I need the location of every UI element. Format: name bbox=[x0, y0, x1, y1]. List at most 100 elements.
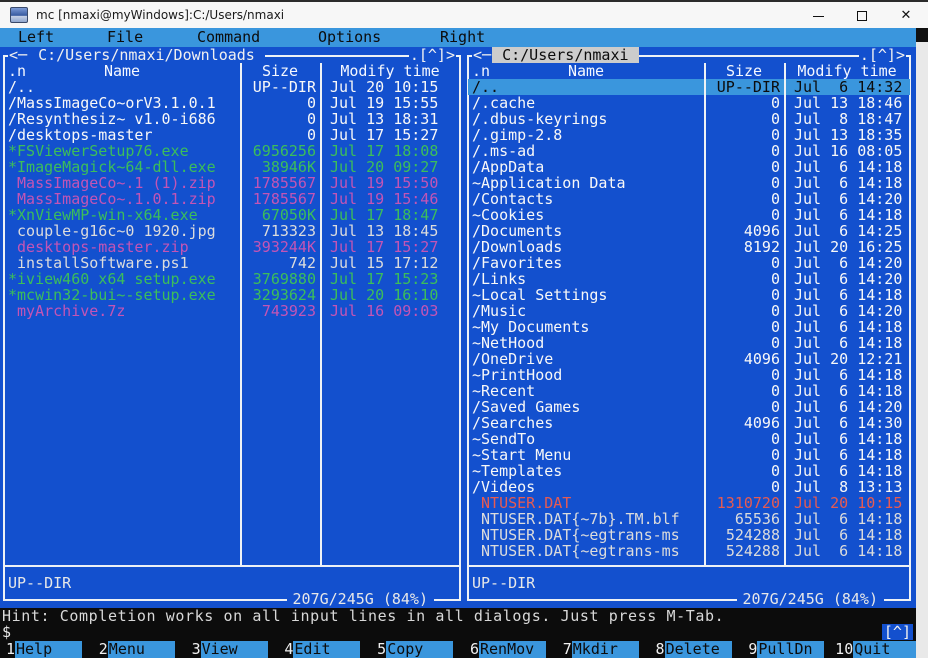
file-row[interactable]: *iview460_x64_setup.exe3769880Jul 17 15:… bbox=[4, 271, 460, 287]
fnkey-delete[interactable]: 8Delete bbox=[650, 641, 743, 658]
right-panel-path[interactable]: C:/Users/nmaxi bbox=[492, 47, 639, 63]
column-separator bbox=[704, 63, 706, 565]
file-row[interactable]: MassImageCo~.1.0.1.zip1785567Jul 19 15:4… bbox=[4, 191, 460, 207]
file-row[interactable]: /..UP--DIRJul 20 10:15 bbox=[4, 79, 460, 95]
file-name: /.gimp-2.8 bbox=[468, 127, 704, 143]
panel-scroll-left-icon[interactable]: <─ bbox=[8, 47, 28, 63]
menu-item-options[interactable]: Options bbox=[318, 29, 381, 45]
panel-scroll-left-icon[interactable]: <─ bbox=[472, 47, 492, 63]
file-row[interactable]: NTUSER.DAT{~egtrans-ms524288Jul 6 14:18 bbox=[468, 527, 910, 543]
file-row[interactable]: /Music0Jul 6 14:20 bbox=[468, 303, 910, 319]
minimize-button[interactable] bbox=[796, 2, 840, 30]
menu-item-left[interactable]: Left bbox=[18, 29, 54, 45]
command-line[interactable]: $ [^] bbox=[0, 624, 928, 641]
fnkey-renmov[interactable]: 6RenMov bbox=[464, 641, 557, 658]
fnkey-edit[interactable]: 4Edit bbox=[278, 641, 371, 658]
fnkey-copy[interactable]: 5Copy bbox=[371, 641, 464, 658]
file-row[interactable]: ~My Documents0Jul 6 14:18 bbox=[468, 319, 910, 335]
terminal-scrollbar[interactable] bbox=[916, 28, 928, 658]
fnkey-label: Help bbox=[15, 641, 82, 658]
file-mtime: Jul 6 14:25 bbox=[784, 223, 910, 239]
file-row[interactable]: /Favorites0Jul 6 14:20 bbox=[468, 255, 910, 271]
shell-prompt: $ bbox=[2, 624, 11, 640]
file-name: /OneDrive bbox=[468, 351, 704, 367]
file-row[interactable]: /Saved Games0Jul 6 14:20 bbox=[468, 399, 910, 415]
file-row[interactable]: myArchive.7z743923Jul 16 09:03 bbox=[4, 303, 460, 319]
fnkey-label: PullDn bbox=[757, 641, 824, 658]
file-mtime: Jul 6 14:20 bbox=[784, 191, 910, 207]
mtime-column-header[interactable]: Modify time bbox=[784, 63, 910, 79]
file-row[interactable]: ~Templates0Jul 6 14:18 bbox=[468, 463, 910, 479]
menu-item-file[interactable]: File bbox=[107, 29, 143, 45]
column-separator bbox=[784, 63, 786, 565]
file-row[interactable]: installSoftware.ps1742Jul 15 17:12 bbox=[4, 255, 460, 271]
file-row[interactable]: /.cache0Jul 13 18:46 bbox=[468, 95, 910, 111]
file-row[interactable]: /.dbus-keyrings0Jul 8 18:47 bbox=[468, 111, 910, 127]
fnkey-quit[interactable]: 10Quit bbox=[835, 641, 928, 658]
file-name: /Contacts bbox=[468, 191, 704, 207]
file-row[interactable]: ~NetHood0Jul 6 14:18 bbox=[468, 335, 910, 351]
scrollbar-thumb[interactable] bbox=[916, 28, 928, 42]
file-row[interactable]: /OneDrive4096Jul 20 12:21 bbox=[468, 351, 910, 367]
file-row[interactable]: /Documents4096Jul 6 14:25 bbox=[468, 223, 910, 239]
left-panel-path[interactable]: C:/Users/nmaxi/Downloads bbox=[28, 47, 265, 63]
file-size: UP--DIR bbox=[704, 79, 784, 95]
file-row[interactable]: ~Local Settings0Jul 6 14:18 bbox=[468, 287, 910, 303]
fnkey-pulldn[interactable]: 9PullDn bbox=[742, 641, 835, 658]
file-row[interactable]: /MassImageCo~orV3.1.0.10Jul 19 15:55 bbox=[4, 95, 460, 111]
close-button[interactable]: ✕ bbox=[884, 2, 928, 30]
file-row[interactable]: ~SendTo0Jul 6 14:18 bbox=[468, 431, 910, 447]
file-name: /.ms-ad bbox=[468, 143, 704, 159]
mtime-column-header[interactable]: Modify time bbox=[320, 63, 460, 79]
file-row[interactable]: /Resynthesiz~_v1.0-i6860Jul 13 18:31 bbox=[4, 111, 460, 127]
size-column-header[interactable]: Size bbox=[240, 63, 320, 79]
fnkey-mkdir[interactable]: 7Mkdir bbox=[557, 641, 650, 658]
file-row[interactable]: /Videos0Jul 8 13:13 bbox=[468, 479, 910, 495]
file-row[interactable]: *FSViewerSetup76.exe6956256Jul 17 18:08 bbox=[4, 143, 460, 159]
fnkey-label: Mkdir bbox=[572, 641, 639, 658]
fnkey-view[interactable]: 3View bbox=[186, 641, 279, 658]
file-row[interactable]: NTUSER.DAT{~7b}.TM.blf65536Jul 6 14:18 bbox=[468, 511, 910, 527]
file-row[interactable]: /desktops-master0Jul 17 15:27 bbox=[4, 127, 460, 143]
history-up-button[interactable]: [^] bbox=[882, 624, 913, 640]
file-row[interactable]: ~Application Data0Jul 6 14:18 bbox=[468, 175, 910, 191]
file-row[interactable]: /.gimp-2.80Jul 13 18:35 bbox=[468, 127, 910, 143]
file-row[interactable]: NTUSER.DAT{~egtrans-ms524288Jul 6 14:18 bbox=[468, 543, 910, 559]
file-row[interactable]: *mcwin32-bui~-setup.exe3293624Jul 20 16:… bbox=[4, 287, 460, 303]
file-row[interactable]: /Downloads8192Jul 20 16:25 bbox=[468, 239, 910, 255]
menu-item-right[interactable]: Right bbox=[440, 29, 485, 45]
file-row[interactable]: ~Recent0Jul 6 14:18 bbox=[468, 383, 910, 399]
file-row[interactable]: ~Cookies0Jul 6 14:18 bbox=[468, 207, 910, 223]
size-column-header[interactable]: Size bbox=[704, 63, 784, 79]
file-row[interactable]: /Contacts0Jul 6 14:20 bbox=[468, 191, 910, 207]
file-name: NTUSER.DAT{~egtrans-ms bbox=[468, 543, 704, 559]
panel-updir-button[interactable]: .[^]> bbox=[859, 47, 906, 63]
file-row[interactable]: /..UP--DIRJul 6 14:32 bbox=[468, 79, 910, 95]
file-row[interactable]: *XnViewMP-win-x64.exe67050KJul 17 18:47 bbox=[4, 207, 460, 223]
panel-updir-button[interactable]: .[^]> bbox=[409, 47, 456, 63]
title-bar: mc [nmaxi@myWindows]:C:/Users/nmaxi ✕ bbox=[0, 0, 928, 28]
name-column-header[interactable]: .nName bbox=[4, 63, 240, 79]
menu-item-command[interactable]: Command bbox=[197, 29, 260, 45]
file-row[interactable]: desktops-master.zip393244KJul 17 15:27 bbox=[4, 239, 460, 255]
file-row[interactable]: /Links0Jul 6 14:20 bbox=[468, 271, 910, 287]
fnkey-menu[interactable]: 2Menu bbox=[93, 641, 186, 658]
file-row[interactable]: NTUSER.DAT1310720Jul 20 10:15 bbox=[468, 495, 910, 511]
file-size: 393244K bbox=[240, 239, 320, 255]
file-name: NTUSER.DAT{~7b}.TM.blf bbox=[468, 511, 704, 527]
file-mtime: Jul 13 18:46 bbox=[784, 95, 910, 111]
file-row[interactable]: ~PrintHood0Jul 6 14:18 bbox=[468, 367, 910, 383]
maximize-button[interactable] bbox=[840, 2, 884, 30]
file-row[interactable]: couple-g16c~0_1920.jpg713323Jul 13 18:45 bbox=[4, 223, 460, 239]
file-row[interactable]: /.ms-ad0Jul 16 08:05 bbox=[468, 143, 910, 159]
file-size: 3769880 bbox=[240, 271, 320, 287]
file-row[interactable]: MassImageCo~.1 (1).zip1785567Jul 19 15:5… bbox=[4, 175, 460, 191]
file-name: /Links bbox=[468, 271, 704, 287]
fnkey-help[interactable]: 1Help bbox=[0, 641, 93, 658]
file-row[interactable]: ~Start Menu0Jul 6 14:18 bbox=[468, 447, 910, 463]
file-row[interactable]: /AppData0Jul 6 14:18 bbox=[468, 159, 910, 175]
name-column-header[interactable]: .nName bbox=[468, 63, 704, 79]
file-mtime: Jul 6 14:18 bbox=[784, 543, 910, 559]
file-row[interactable]: /Searches4096Jul 6 14:30 bbox=[468, 415, 910, 431]
file-row[interactable]: *ImageMagick~64-dll.exe38946KJul 20 09:2… bbox=[4, 159, 460, 175]
